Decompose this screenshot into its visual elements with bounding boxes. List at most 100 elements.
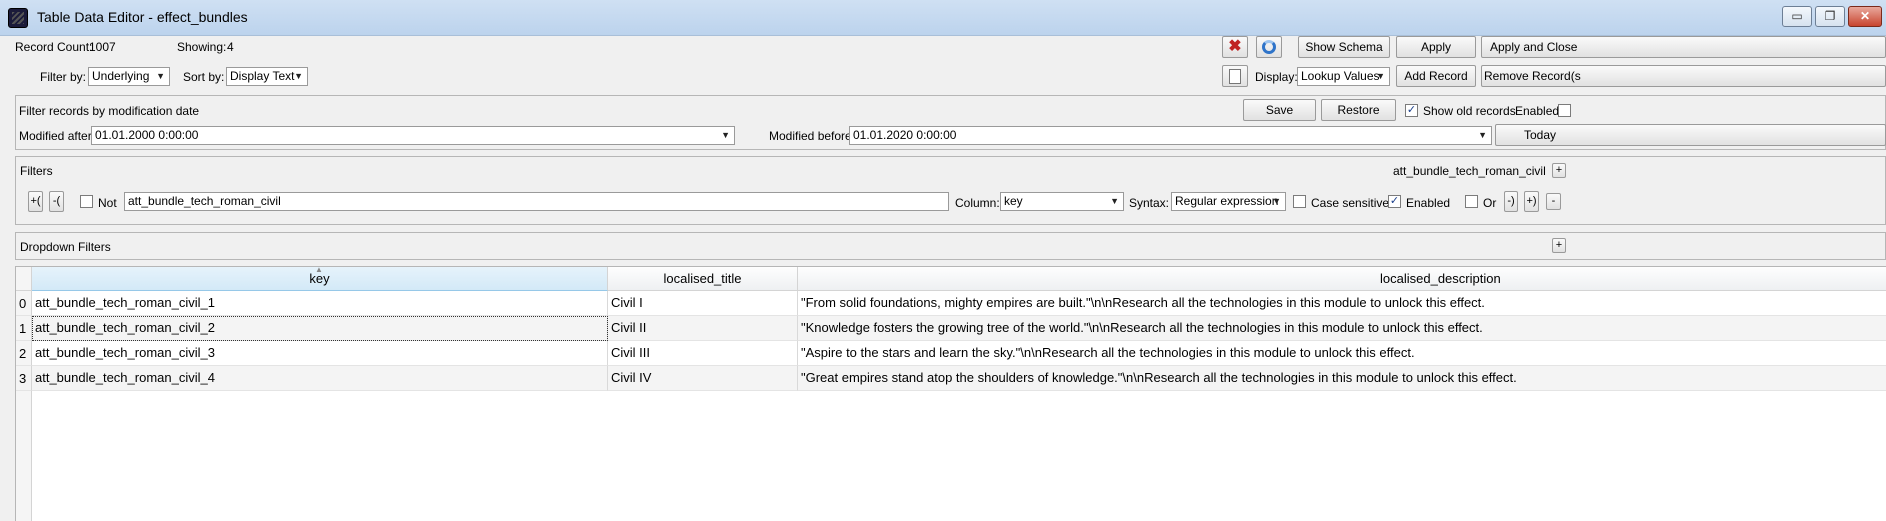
display-label: Display: [1255, 70, 1298, 84]
sort-ascending-icon: ▲ [315, 267, 323, 274]
column-value: key [1004, 194, 1023, 208]
column-header-label: localised_description [1380, 271, 1501, 286]
filter-enabled-checkbox[interactable]: ✓ [1388, 195, 1401, 208]
close-group-button[interactable]: -) [1504, 191, 1518, 212]
sort-by-label: Sort by: [183, 70, 225, 84]
or-label: Or [1483, 196, 1497, 210]
corner-header[interactable] [16, 267, 32, 291]
case-sensitive-label: Case sensitive [1311, 196, 1390, 210]
chevron-down-icon: ▼ [1376, 71, 1385, 81]
modified-before-label: Modified before: [769, 129, 856, 143]
modification-enabled-label: Enabled [1515, 104, 1560, 118]
maximize-button[interactable]: ❐ [1815, 6, 1845, 27]
empty-row-header-area [16, 391, 32, 521]
minimize-button[interactable]: ▭ [1782, 6, 1812, 27]
today-button[interactable]: Today [1495, 124, 1886, 146]
display-select[interactable]: Lookup Values ▼ [1297, 67, 1390, 86]
or-checkbox[interactable] [1465, 195, 1478, 208]
sort-by-value: Display Text [230, 69, 295, 83]
apply-button[interactable]: Apply [1396, 36, 1476, 58]
export-button[interactable] [1222, 65, 1248, 87]
showing-label: Showing: [177, 40, 227, 54]
remove-filter-button[interactable]: - [1546, 193, 1561, 210]
modified-after-label: Modified after: [19, 129, 96, 143]
filters-title: Filters [20, 164, 53, 178]
syntax-label: Syntax: [1129, 196, 1170, 210]
row-header[interactable]: 0 [16, 291, 32, 316]
table-cell-key[interactable]: att_bundle_tech_roman_civil_4 [32, 366, 608, 391]
apply-and-close-button[interactable]: Apply and Close [1481, 36, 1886, 58]
dropdown-filters-panel [15, 232, 1886, 260]
filter-by-select[interactable]: Underlying ▼ [88, 67, 170, 86]
modification-panel-title: Filter records by modification date [19, 104, 200, 118]
filter-by-value: Underlying [92, 69, 150, 83]
column-header-localised-title[interactable]: localised_title [608, 267, 798, 291]
open-group-button[interactable]: +( [28, 191, 43, 212]
column-label: Column: [955, 196, 1000, 210]
table-cell-title[interactable]: Civil II [608, 316, 798, 341]
modified-after-value: 01.01.2000 0:00:00 [95, 128, 199, 142]
chevron-down-icon: ▼ [1478, 130, 1487, 140]
table-cell-title[interactable]: Civil I [608, 291, 798, 316]
modified-before-picker[interactable]: 01.01.2020 0:00:00 ▼ [849, 126, 1492, 145]
data-grid: ▲ key localised_title localised_descript… [15, 266, 1886, 521]
refresh-icon [1262, 40, 1276, 54]
app-icon [8, 8, 28, 28]
table-cell-description[interactable]: "Great empires stand atop the shoulders … [798, 366, 1886, 391]
modified-before-value: 01.01.2020 0:00:00 [853, 128, 957, 142]
add-record-button[interactable]: Add Record [1396, 65, 1476, 87]
display-value: Lookup Values [1301, 69, 1380, 83]
dropdown-filters-title: Dropdown Filters [20, 240, 111, 254]
column-select[interactable]: key ▼ [1000, 192, 1124, 211]
show-old-records-checkbox[interactable]: ✓ [1405, 104, 1418, 117]
chevron-down-icon: ▼ [156, 71, 165, 81]
filters-panel [15, 156, 1886, 225]
column-header-key[interactable]: ▲ key [32, 267, 608, 291]
close-button[interactable]: ✕ [1848, 6, 1882, 27]
document-icon [1229, 69, 1241, 84]
case-sensitive-checkbox[interactable] [1293, 195, 1306, 208]
record-count-label: Record Count: [15, 40, 93, 54]
syntax-select[interactable]: Regular expression ▼ [1171, 192, 1286, 211]
window-title: Table Data Editor - effect_bundles [37, 9, 248, 25]
not-label: Not [98, 196, 117, 210]
row-header[interactable]: 3 [16, 366, 32, 391]
red-x-icon: ✖ [1228, 38, 1242, 55]
table-cell-description[interactable]: "From solid foundations, mighty empires … [798, 291, 1886, 316]
table-cell-key[interactable]: att_bundle_tech_roman_civil_1 [32, 291, 608, 316]
refresh-button[interactable] [1256, 36, 1282, 58]
row-header[interactable]: 2 [16, 341, 32, 366]
save-button[interactable]: Save [1243, 99, 1316, 121]
add-filter-group-button[interactable]: + [1552, 163, 1566, 178]
chevron-down-icon: ▼ [721, 130, 730, 140]
table-cell-key[interactable]: att_bundle_tech_roman_civil_2 [32, 316, 608, 341]
table-cell-title[interactable]: Civil IV [608, 366, 798, 391]
remove-record-button[interactable]: Remove Record(s [1481, 65, 1886, 87]
not-checkbox[interactable] [80, 195, 93, 208]
title-bar: Table Data Editor - effect_bundles ▭ ❐ ✕ [0, 0, 1886, 36]
remove-open-group-button[interactable]: -( [49, 191, 64, 212]
record-count-value: 1007 [89, 40, 116, 54]
current-filter-label: att_bundle_tech_roman_civil [1393, 164, 1546, 178]
filter-text-input[interactable]: att_bundle_tech_roman_civil [124, 192, 949, 211]
show-schema-button[interactable]: Show Schema [1298, 36, 1390, 58]
restore-button[interactable]: Restore [1321, 99, 1396, 121]
column-header-localised-description[interactable]: localised_description [798, 267, 1886, 291]
syntax-value: Regular expression [1175, 194, 1279, 208]
filter-by-label: Filter by: [40, 70, 87, 84]
modified-after-picker[interactable]: 01.01.2000 0:00:00 ▼ [91, 126, 735, 145]
row-header[interactable]: 1 [16, 316, 32, 341]
showing-value: 4 [227, 40, 234, 54]
chevron-down-icon: ▼ [1272, 196, 1281, 206]
table-cell-description[interactable]: "Aspire to the stars and learn the sky."… [798, 341, 1886, 366]
sort-by-select[interactable]: Display Text ▼ [226, 67, 308, 86]
discard-button[interactable]: ✖ [1222, 36, 1248, 58]
chevron-down-icon: ▼ [294, 71, 303, 81]
show-old-records-label: Show old records [1423, 104, 1516, 118]
table-cell-key[interactable]: att_bundle_tech_roman_civil_3 [32, 341, 608, 366]
add-dropdown-filter-button[interactable]: + [1552, 238, 1566, 253]
modification-enabled-checkbox[interactable] [1558, 104, 1571, 117]
table-cell-title[interactable]: Civil III [608, 341, 798, 366]
table-cell-description[interactable]: "Knowledge fosters the growing tree of t… [798, 316, 1886, 341]
add-close-group-button[interactable]: +) [1524, 191, 1539, 212]
